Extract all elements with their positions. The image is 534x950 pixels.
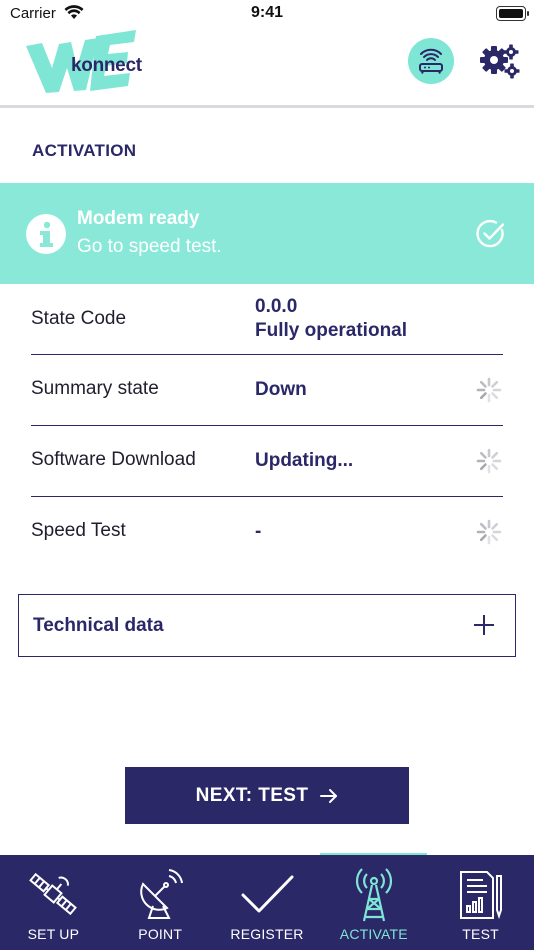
- report-icon: [427, 863, 534, 925]
- row-label: Software Download: [31, 449, 196, 470]
- check-circle-icon: [476, 219, 505, 248]
- tab-label: TEST: [462, 926, 499, 942]
- row-state-code: State Code 0.0.0 Fully operational: [31, 284, 503, 355]
- row-software-download: Software Download Updating...: [31, 426, 503, 497]
- tab-label: ACTIVATE: [339, 926, 408, 942]
- we-logo: konnect: [26, 30, 142, 94]
- status-banner: [0, 183, 534, 284]
- row-value: Down: [255, 379, 307, 400]
- tab-label: POINT: [138, 926, 183, 942]
- tab-setup[interactable]: SET UP: [0, 855, 107, 950]
- technical-data-label: Technical data: [33, 615, 164, 636]
- row-summary-state: Summary state Down: [31, 355, 503, 426]
- row-speed-test: Speed Test -: [31, 497, 503, 568]
- row-value: 0.0.0: [255, 296, 298, 317]
- app-header: konnect: [0, 30, 534, 108]
- tab-activate[interactable]: ACTIVATE: [320, 855, 427, 950]
- plus-icon: [474, 615, 494, 635]
- arrow-right-icon: [320, 788, 338, 803]
- tab-label: SET UP: [27, 926, 80, 942]
- loading-spinner-icon: [476, 377, 502, 403]
- router-button[interactable]: [408, 38, 454, 84]
- technical-data-toggle[interactable]: Technical data: [18, 594, 516, 657]
- row-value: Updating...: [255, 450, 354, 471]
- router-wifi-icon: [419, 48, 443, 74]
- info-icon: [26, 214, 66, 254]
- tab-register[interactable]: REGISTER: [214, 855, 321, 950]
- logo-text: konnect: [71, 55, 142, 76]
- battery-icon: [496, 6, 529, 21]
- banner-subtitle: Go to speed test.: [77, 236, 222, 257]
- section-title: ACTIVATION: [32, 141, 137, 160]
- tab-test[interactable]: TEST: [427, 855, 534, 950]
- row-label: Speed Test: [31, 520, 126, 541]
- tab-point[interactable]: POINT: [107, 855, 214, 950]
- loading-spinner-icon: [476, 448, 502, 474]
- satellite-dish-icon: [107, 863, 214, 925]
- row-value: -: [255, 521, 262, 542]
- tab-label: REGISTER: [230, 926, 304, 942]
- settings-button[interactable]: [478, 40, 522, 84]
- next-test-button[interactable]: NEXT: TEST: [125, 767, 409, 824]
- clock: 9:41: [250, 4, 284, 21]
- loading-spinner-icon: [476, 519, 502, 545]
- satellite-icon: [0, 863, 107, 925]
- banner-title: Modem ready: [77, 208, 200, 229]
- checkmark-icon: [214, 863, 321, 925]
- gear-icon: [480, 44, 520, 79]
- next-button-label: NEXT: TEST: [195, 784, 309, 806]
- row-value: Fully operational: [255, 320, 408, 341]
- status-bar: Carrier 9:41: [0, 0, 534, 30]
- row-label: Summary state: [31, 378, 159, 399]
- tab-bar: SET UP POINT REGISTER ACTIVATE TEST: [0, 855, 534, 950]
- row-label: State Code: [31, 308, 127, 329]
- antenna-tower-icon: [320, 863, 427, 925]
